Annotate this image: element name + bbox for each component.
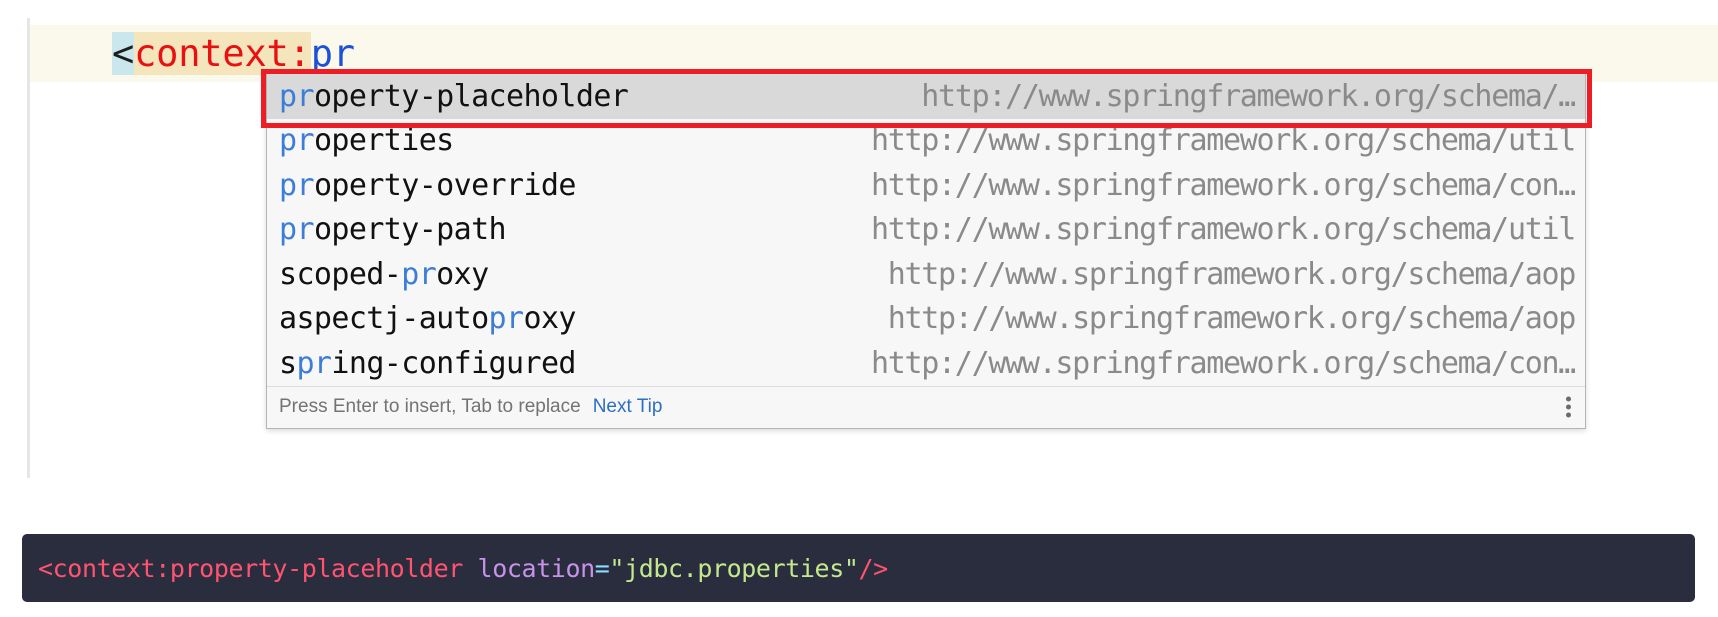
next-tip-link[interactable]: Next Tip xyxy=(593,396,663,418)
result-tag-close: /> xyxy=(858,553,889,583)
autocomplete-item-namespace-url: http://www.springframework.org/schema/ao… xyxy=(887,301,1575,337)
autocomplete-item-name-match: pr xyxy=(488,301,525,337)
autocomplete-item-name-suffix: operties xyxy=(313,123,454,159)
autocomplete-item-name-prefix: scoped- xyxy=(279,256,402,292)
autocomplete-popup[interactable]: property-placeholder http://www.springfra… xyxy=(266,74,1586,429)
autocomplete-item-name: property-override xyxy=(279,168,649,203)
result-attribute-value: "jdbc.properties" xyxy=(609,553,859,583)
typed-prefix-text: pr xyxy=(310,32,355,75)
autocomplete-item-namespace-url: http://www.springframework.org/schema/co… xyxy=(871,345,1575,381)
autocomplete-item-name-suffix: operty-path xyxy=(313,212,507,248)
result-equals-sign: = xyxy=(594,553,610,583)
autocomplete-item-name: property-placeholder xyxy=(279,79,649,114)
tag-name-highlight: context: xyxy=(134,32,311,75)
autocomplete-item[interactable]: aspectj-autoproxy http://www.springframew… xyxy=(267,296,1585,341)
autocomplete-item-name: properties xyxy=(279,123,649,158)
autocomplete-item-name-suffix: operty-override xyxy=(313,167,577,203)
autocomplete-item-namespace-url: http://www.springframework.org/schema/co… xyxy=(871,167,1575,203)
autocomplete-item-name-suffix: oxy xyxy=(523,301,576,337)
autocomplete-item-name-prefix: aspectj-auto xyxy=(279,301,489,337)
autocomplete-item-namespace-url: http://www.springframework.org/schema/… xyxy=(921,78,1575,114)
autocomplete-item-namespace-url: http://www.springframework.org/schema/ao… xyxy=(887,256,1575,292)
autocomplete-list[interactable]: property-placeholder http://www.springfra… xyxy=(267,74,1585,386)
xml-tag-name: context xyxy=(134,32,289,75)
autocomplete-item[interactable]: property-placeholder http://www.springfra… xyxy=(267,74,1585,119)
autocomplete-item-name-suffix: ing-configured xyxy=(331,345,576,381)
autocomplete-item-name-match: pr xyxy=(279,123,315,159)
autocomplete-item-name-suffix: oxy xyxy=(436,256,489,292)
autocomplete-item[interactable]: spring-configured http://www.springframew… xyxy=(267,341,1585,386)
autocomplete-item-name-match: pr xyxy=(279,167,315,203)
autocomplete-item[interactable]: scoped-proxy http://www.springframework.o… xyxy=(267,252,1585,297)
autocomplete-item-name-suffix: operty-placeholder xyxy=(313,78,629,114)
result-attribute-name: location xyxy=(477,553,596,583)
result-tag-open: <context:property-placeholder xyxy=(38,553,478,583)
autocomplete-item[interactable]: property-override http://www.springframew… xyxy=(267,163,1585,208)
autocomplete-item[interactable]: properties http://www.springframework.org… xyxy=(267,118,1585,163)
autocomplete-item-name-prefix: s xyxy=(279,345,297,381)
autocomplete-item-name: aspectj-autoproxy xyxy=(279,301,649,336)
result-code-text: <context:property-placeholder location="… xyxy=(38,554,888,583)
autocomplete-item-name-match: pr xyxy=(401,256,437,292)
autocomplete-item-namespace-url: http://www.springframework.org/schema/ut… xyxy=(871,123,1575,159)
bracket-match-highlight: < xyxy=(112,32,135,75)
autocomplete-hint-text: Press Enter to insert, Tab to replace xyxy=(279,396,581,417)
autocomplete-item[interactable]: property-path http://www.springframework.… xyxy=(267,207,1585,252)
autocomplete-item-name: property-path xyxy=(279,212,649,247)
gutter-divider xyxy=(27,18,30,478)
autocomplete-item-name-match: pr xyxy=(296,345,332,381)
autocomplete-item-name-match: pr xyxy=(279,212,315,248)
autocomplete-item-name: spring-configured xyxy=(279,346,649,381)
autocomplete-footer: Press Enter to insert, Tab to replace Ne… xyxy=(267,385,1585,428)
xml-namespace-colon: : xyxy=(288,32,311,75)
autocomplete-item-namespace-url: http://www.springframework.org/schema/ut… xyxy=(871,212,1575,248)
autocomplete-item-name: scoped-proxy xyxy=(279,257,649,292)
autocomplete-item-name-match: pr xyxy=(279,78,315,114)
result-code-block: <context:property-placeholder location="… xyxy=(22,534,1695,602)
more-vertical-icon[interactable] xyxy=(1566,396,1571,418)
code-editor-pane: <context:pr property-placeholder http://w… xyxy=(0,0,1718,480)
